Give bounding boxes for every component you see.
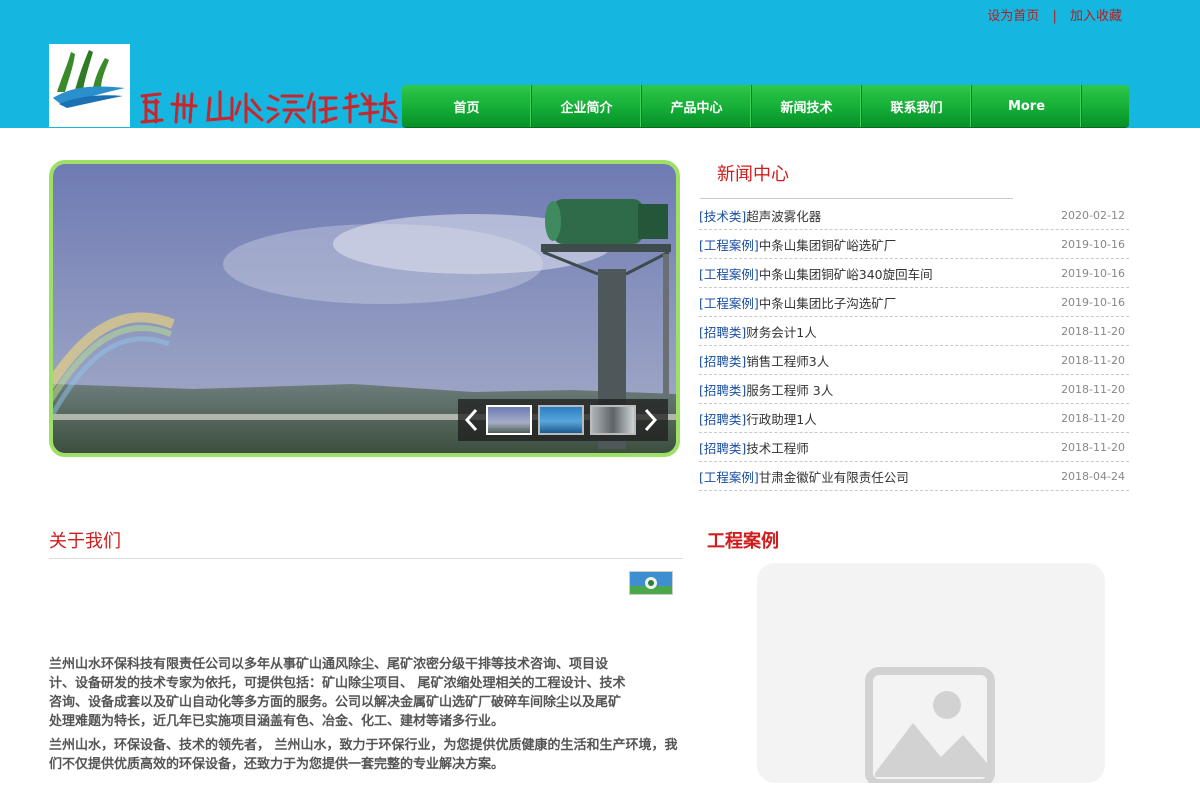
- news-category: [招聘类]: [699, 382, 747, 398]
- slider-thumb-1[interactable]: [486, 405, 532, 435]
- news-headline[interactable]: 销售工程师3人: [746, 351, 1061, 370]
- news-title-divider: [700, 198, 1013, 199]
- nav-home[interactable]: 首页: [402, 85, 532, 127]
- news-category: [招聘类]: [699, 353, 747, 369]
- slider-next-button[interactable]: [642, 405, 660, 435]
- top-links-separator: |: [1052, 9, 1057, 24]
- add-favorite-link[interactable]: 加入收藏: [1070, 9, 1122, 24]
- news-headline[interactable]: 甘肃金徽矿业有限责任公司: [759, 467, 1061, 486]
- about-paragraph-1: 兰州山水环保科技有限责任公司以多年从事矿山通风除尘、尾矿浓密分级干排等技术咨询、…: [49, 657, 626, 729]
- about-section-title: 关于我们: [49, 531, 121, 552]
- nav-company-profile[interactable]: 企业简介: [532, 85, 642, 127]
- main-nav: 首页 企业简介 产品中心 新闻技术 联系我们 More: [402, 85, 1129, 127]
- news-item[interactable]: [技术类] 超声波雾化器 2020-02-12: [699, 201, 1129, 230]
- news-category: [工程案例]: [699, 266, 759, 282]
- news-category: [招聘类]: [699, 324, 747, 340]
- news-list: [技术类] 超声波雾化器 2020-02-12 [工程案例] 中条山集团铜矿峪选矿厂 20…: [699, 201, 1129, 491]
- brand-calligraphy: [136, 84, 398, 128]
- news-item[interactable]: [工程案例] 中条山集团铜矿峪选矿厂 2019-10-16: [699, 230, 1129, 259]
- news-headline[interactable]: 中条山集团铜矿峪选矿厂: [759, 235, 1061, 254]
- news-headline[interactable]: 技术工程师: [746, 438, 1061, 457]
- news-headline[interactable]: 中条山集团比子沟选矿厂: [759, 293, 1061, 312]
- image-slider[interactable]: [49, 160, 680, 457]
- news-item[interactable]: [招聘类] 财务会计1人 2018-11-20: [699, 317, 1129, 346]
- news-date: 2018-11-20: [1061, 411, 1125, 425]
- chevron-left-icon: [464, 408, 478, 432]
- slider-thumbnails: [458, 399, 668, 441]
- nav-news[interactable]: 新闻技术: [752, 85, 862, 127]
- site-header: 设为首页 | 加入收藏 首页 企业简介 产品中心 新闻技术 联系我们 More: [0, 0, 1200, 128]
- news-date: 2020-02-12: [1061, 208, 1125, 222]
- news-headline[interactable]: 行政助理1人: [746, 409, 1061, 428]
- nav-more[interactable]: More: [972, 85, 1082, 127]
- news-item[interactable]: [招聘类] 服务工程师 3人 2018-11-20: [699, 375, 1129, 404]
- news-item[interactable]: [工程案例] 中条山集团铜矿峪340旋回车间 2019-10-16: [699, 259, 1129, 288]
- news-date: 2018-11-20: [1061, 353, 1125, 367]
- news-item[interactable]: [招聘类] 技术工程师 2018-11-20: [699, 433, 1129, 462]
- news-headline[interactable]: 服务工程师 3人: [746, 380, 1061, 399]
- slider-thumb-3[interactable]: [590, 405, 636, 435]
- top-links: 设为首页 | 加入收藏: [987, 5, 1122, 24]
- news-date: 2018-04-24: [1061, 469, 1125, 483]
- news-item[interactable]: [招聘类] 行政助理1人 2018-11-20: [699, 404, 1129, 433]
- news-headline[interactable]: 中条山集团铜矿峪340旋回车间: [759, 264, 1061, 283]
- news-section-title: 新闻中心: [717, 164, 789, 185]
- news-category: [工程案例]: [699, 295, 759, 311]
- news-category: [工程案例]: [699, 237, 759, 253]
- chevron-right-icon: [644, 408, 658, 432]
- about-thumbnail[interactable]: [629, 571, 673, 595]
- set-home-link[interactable]: 设为首页: [987, 9, 1039, 24]
- news-item[interactable]: [招聘类] 销售工程师3人 2018-11-20: [699, 346, 1129, 375]
- news-date: 2018-11-20: [1061, 324, 1125, 338]
- image-placeholder-icon: [865, 667, 995, 787]
- nav-contact[interactable]: 联系我们: [862, 85, 972, 127]
- news-item[interactable]: [工程案例] 中条山集团比子沟选矿厂 2019-10-16: [699, 288, 1129, 317]
- cases-image-placeholder[interactable]: [757, 563, 1105, 787]
- about-paragraph-2: 兰州山水，环保设备、技术的领先者， 兰州山水，致力于环保行业，为您提供优质健康的…: [49, 738, 678, 772]
- news-date: 2018-11-20: [1061, 382, 1125, 396]
- mountain-water-logo-icon: [53, 50, 125, 108]
- news-date: 2019-10-16: [1061, 237, 1125, 251]
- news-category: [招聘类]: [699, 440, 747, 456]
- slider-thumb-2[interactable]: [538, 405, 584, 435]
- nav-products[interactable]: 产品中心: [642, 85, 752, 127]
- news-item[interactable]: [工程案例] 甘肃金徽矿业有限责任公司 2018-04-24: [699, 462, 1129, 491]
- news-headline[interactable]: 超声波雾化器: [746, 206, 1061, 225]
- news-date: 2018-11-20: [1061, 440, 1125, 454]
- news-category: [技术类]: [699, 208, 747, 224]
- news-category: [招聘类]: [699, 411, 747, 427]
- company-logo[interactable]: [49, 44, 130, 127]
- news-date: 2019-10-16: [1061, 266, 1125, 280]
- news-category: [工程案例]: [699, 469, 759, 485]
- news-date: 2019-10-16: [1061, 295, 1125, 309]
- company-photo-icon: [630, 572, 672, 594]
- news-headline[interactable]: 财务会计1人: [746, 322, 1061, 341]
- slider-prev-button[interactable]: [462, 405, 480, 435]
- about-title-divider: [49, 558, 683, 559]
- cases-section-title: 工程案例: [707, 531, 779, 552]
